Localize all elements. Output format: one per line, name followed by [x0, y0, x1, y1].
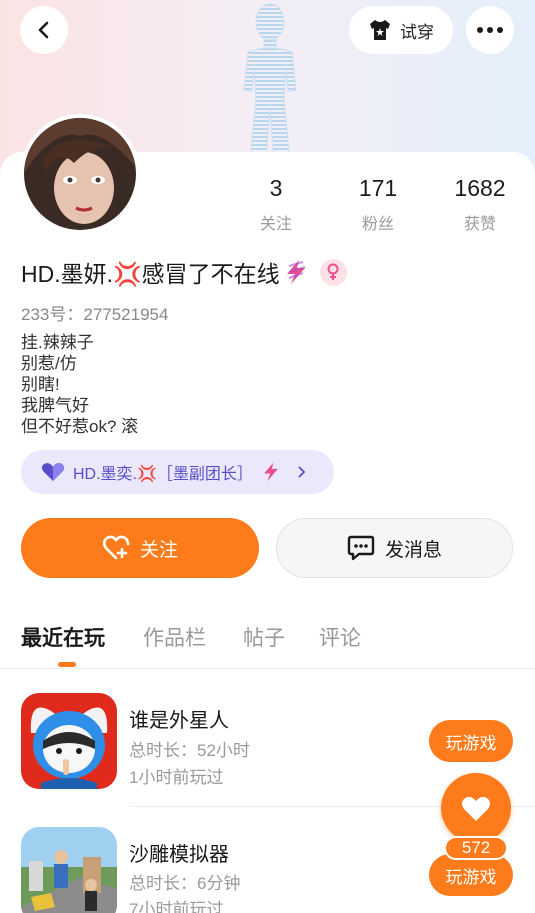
shirt-icon: [370, 20, 390, 40]
chat-bubble-icon: [347, 535, 375, 561]
play-game-button[interactable]: 玩游戏: [429, 720, 513, 762]
nickname: HD.墨妍.💢感冒了不在线: [21, 261, 280, 287]
avatar-image: [24, 118, 136, 230]
user-id: 233号：277521954: [21, 305, 169, 324]
stat-value: 1682: [454, 175, 506, 201]
game-duration: 总时长：6分钟: [129, 874, 241, 893]
nickname-row: HD.墨妍.💢感冒了不在线: [21, 255, 347, 289]
game-last-played: 1小时前玩过: [129, 768, 224, 787]
tab-indicator: [58, 662, 76, 667]
stat-label: 关注: [259, 216, 292, 233]
try-on-button[interactable]: 试穿: [349, 6, 453, 54]
try-on-label: 试穿: [400, 22, 434, 42]
tab-divider: [0, 668, 535, 669]
stat-followers[interactable]: 171 粉丝: [333, 175, 423, 234]
heart-badge-icon: [41, 463, 65, 481]
heart-plus-icon: [102, 535, 130, 560]
like-count: 572: [444, 836, 508, 860]
message-button[interactable]: 发消息: [276, 518, 513, 578]
heart-icon: [462, 796, 490, 821]
stat-following[interactable]: 3 关注: [231, 175, 321, 234]
back-button[interactable]: [20, 6, 68, 54]
game-duration: 总时长：52小时: [129, 741, 250, 760]
bio: 挂.辣辣子 别惹/仿 别瞎! 我脾气好 但不好惹ok? 滚: [21, 333, 139, 436]
more-dots-icon: [477, 27, 503, 33]
stat-label: 获赞: [463, 216, 496, 233]
stat-value: 3: [269, 175, 283, 201]
follow-button[interactable]: 关注: [21, 518, 259, 578]
stat-value: 171: [358, 175, 398, 201]
lightning-icon: [264, 462, 278, 482]
tab-recent-played[interactable]: 最近在玩: [21, 622, 105, 652]
more-button[interactable]: [466, 6, 514, 54]
female-icon: [327, 263, 339, 280]
gender-badge: [319, 258, 347, 286]
game-icon-2[interactable]: [21, 827, 117, 913]
play-game-button[interactable]: 玩游戏: [429, 854, 513, 896]
stat-likes[interactable]: 1682 获赞: [435, 175, 525, 234]
guild-name: HD.墨奕.💢［墨副团长］: [73, 466, 253, 483]
lightning-icon: [286, 260, 305, 284]
tab-works[interactable]: 作品栏: [143, 622, 206, 652]
avatar-model-figure: [243, 3, 297, 160]
game-icon-1[interactable]: [21, 693, 117, 789]
message-label: 发消息: [384, 539, 442, 561]
like-button[interactable]: [441, 773, 511, 843]
avatar[interactable]: [20, 114, 140, 234]
tab-posts[interactable]: 帖子: [243, 622, 285, 652]
game-title[interactable]: 谁是外星人: [129, 704, 229, 733]
game-title[interactable]: 沙雕模拟器: [129, 838, 229, 867]
follow-label: 关注: [139, 539, 178, 561]
stat-label: 粉丝: [361, 216, 394, 233]
back-arrow-icon: [38, 21, 49, 39]
guild-badge[interactable]: HD.墨奕.💢［墨副团长］: [21, 450, 334, 494]
game-last-played: 7小时前玩过: [129, 900, 224, 913]
chevron-right-icon: [298, 466, 306, 478]
tab-comments[interactable]: 评论: [319, 622, 361, 652]
